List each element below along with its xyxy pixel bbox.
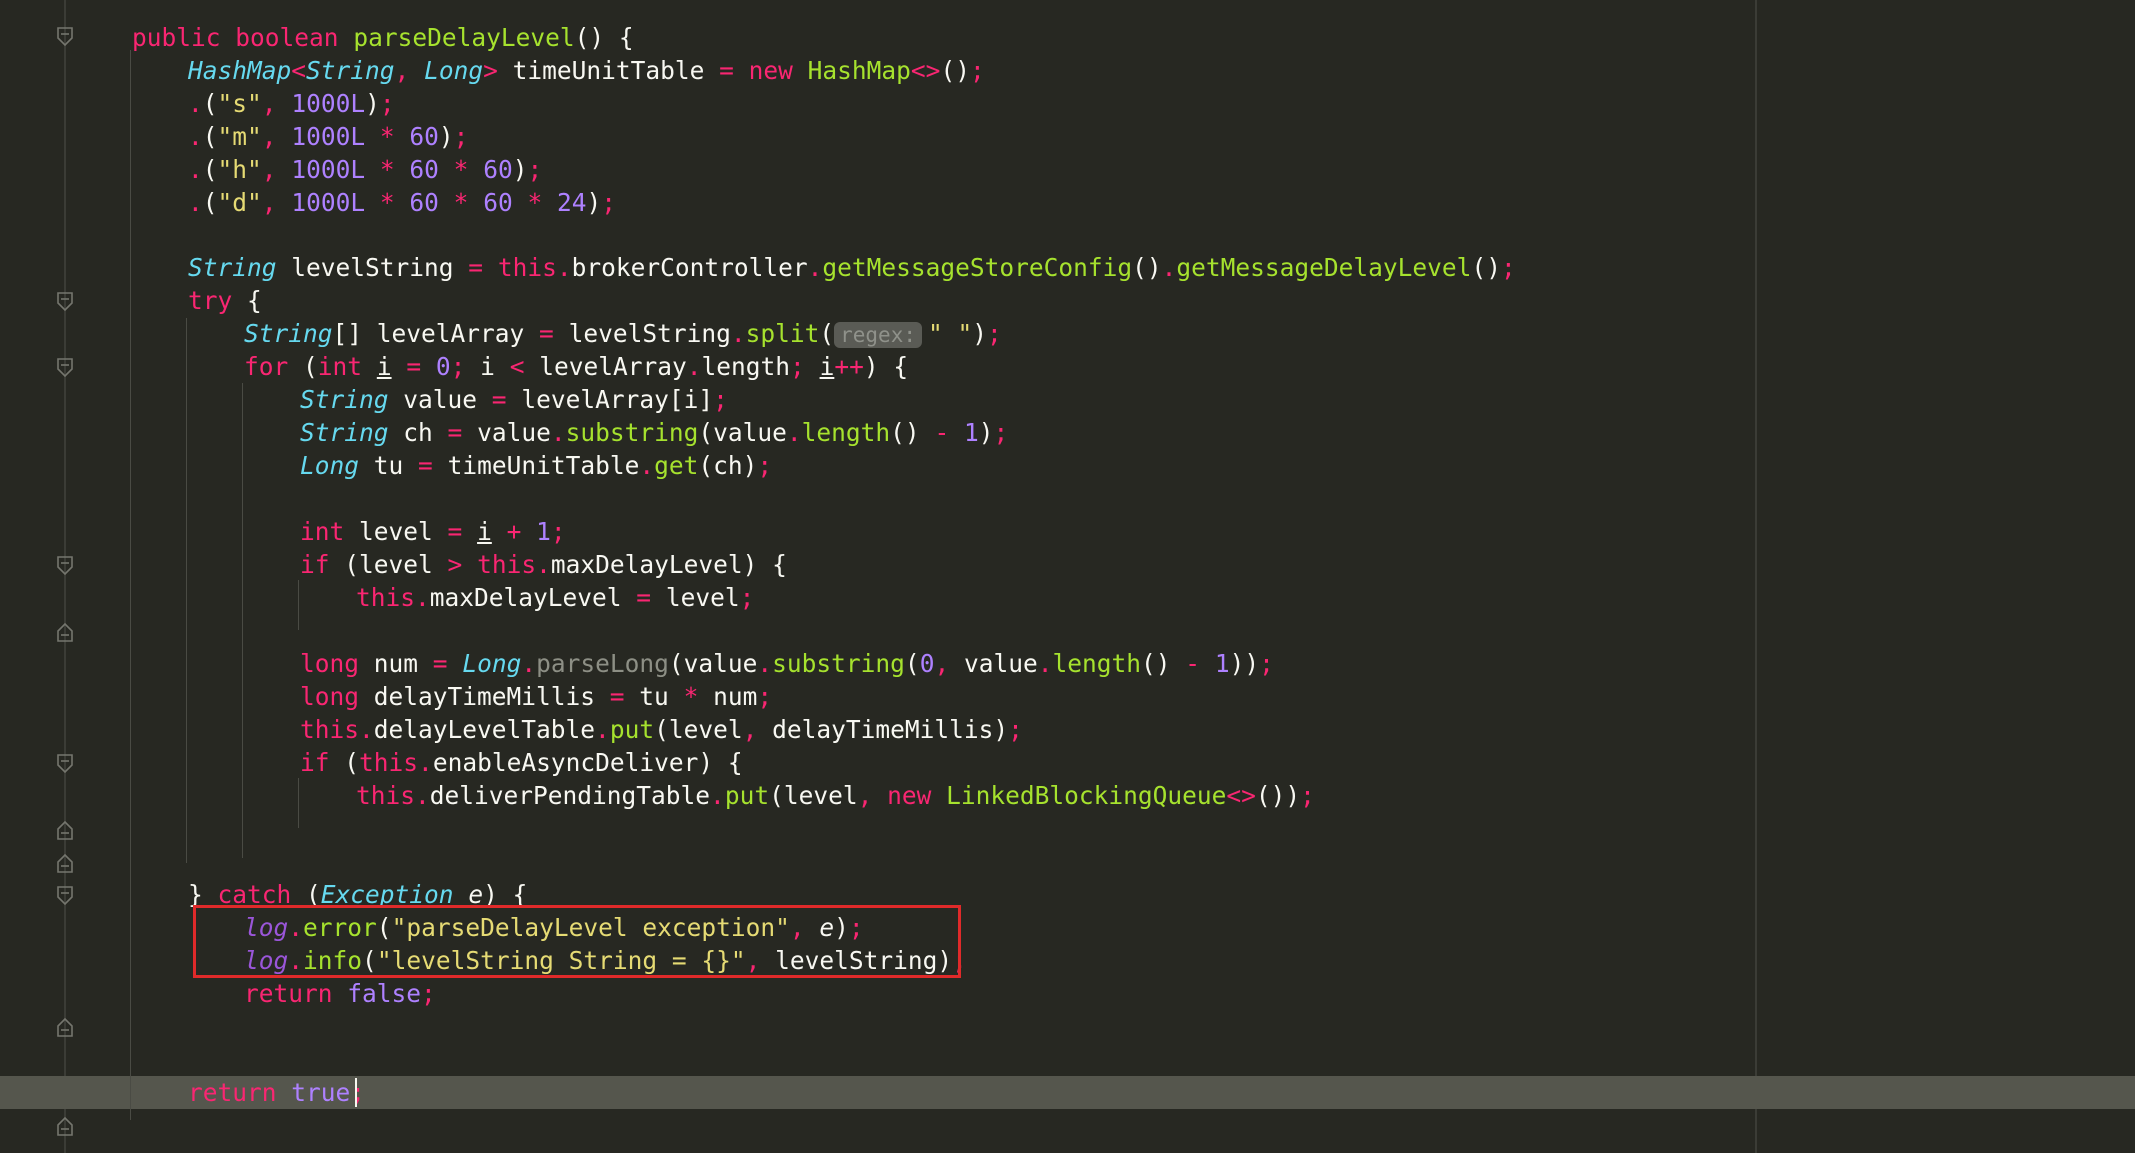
indent-guide bbox=[242, 383, 243, 858]
code-line: this.deliverPendingTable.put(level, new … bbox=[356, 781, 1315, 810]
code-line: String[] levelArray = levelString.split(… bbox=[244, 319, 1002, 348]
gutter-divider bbox=[64, 0, 66, 1153]
fold-close-icon[interactable] bbox=[57, 1017, 73, 1037]
editor-gutter bbox=[0, 0, 110, 1153]
code-line: this.maxDelayLevel = level; bbox=[356, 583, 755, 612]
fold-open-icon[interactable] bbox=[57, 358, 73, 378]
code-line: String levelString = this.brokerControll… bbox=[188, 253, 1516, 282]
code-line: long num = Long.parseLong(value.substrin… bbox=[300, 649, 1274, 678]
annotation-highlight-box bbox=[193, 905, 961, 978]
indent-guide bbox=[298, 580, 299, 630]
code-line: if (this.enableAsyncDeliver) { bbox=[300, 748, 743, 777]
code-line-current: return true; bbox=[188, 1078, 366, 1107]
code-line: long delayTimeMillis = tu * num; bbox=[300, 682, 773, 711]
code-line: try { bbox=[188, 286, 262, 315]
fold-close-icon[interactable] bbox=[57, 853, 73, 873]
code-line: .("d", 1000L * 60 * 60 * 24); bbox=[188, 188, 617, 217]
fold-close-icon[interactable] bbox=[57, 1116, 73, 1136]
code-line: .("s", 1000L); bbox=[188, 89, 395, 118]
code-line: String ch = value.substring(value.length… bbox=[300, 418, 1009, 447]
fold-close-icon[interactable] bbox=[57, 820, 73, 840]
indent-guide bbox=[298, 778, 299, 828]
code-line: .("h", 1000L * 60 * 60); bbox=[188, 155, 543, 184]
fold-open-icon[interactable] bbox=[57, 886, 73, 906]
code-line: .("m", 1000L * 60); bbox=[188, 122, 469, 151]
code-line: this.delayLevelTable.put(level, delayTim… bbox=[300, 715, 1023, 744]
right-margin-guide bbox=[1755, 0, 1757, 1153]
code-line: for (int i = 0; i < levelArray.length; i… bbox=[244, 352, 909, 381]
fold-open-icon[interactable] bbox=[57, 27, 73, 47]
code-line: Long tu = timeUnitTable.get(ch); bbox=[300, 451, 773, 480]
code-line: return false; bbox=[244, 979, 436, 1008]
code-line: if (level > this.maxDelayLevel) { bbox=[300, 550, 787, 579]
fold-close-icon[interactable] bbox=[57, 622, 73, 642]
fold-open-icon[interactable] bbox=[57, 754, 73, 774]
parameter-hint: regex: bbox=[834, 322, 922, 348]
code-line: HashMap<String, Long> timeUnitTable = ne… bbox=[188, 56, 985, 85]
indent-guide bbox=[186, 318, 187, 863]
indent-guide bbox=[130, 50, 131, 1120]
code-line: int level = i + 1; bbox=[300, 517, 566, 546]
code-line: String value = levelArray[i]; bbox=[300, 385, 728, 414]
text-caret bbox=[355, 1078, 357, 1107]
fold-open-icon[interactable] bbox=[57, 556, 73, 576]
code-line: public boolean parseDelayLevel() { bbox=[132, 23, 634, 52]
fold-open-icon[interactable] bbox=[57, 292, 73, 312]
